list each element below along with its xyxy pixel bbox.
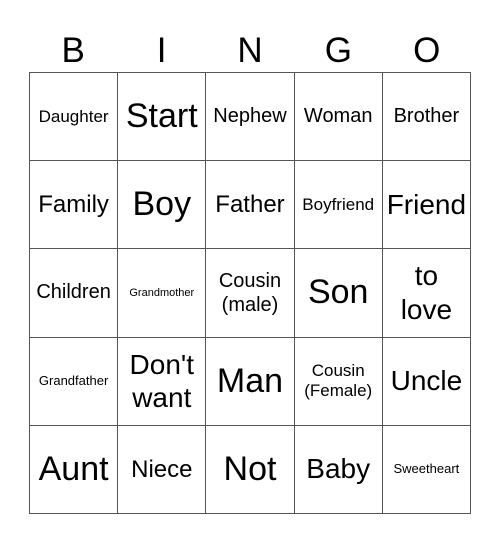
bingo-header: B I N G O xyxy=(29,28,471,72)
bingo-cell[interactable]: Cousin (male) xyxy=(206,249,295,338)
bingo-cell[interactable]: Boyfriend xyxy=(294,161,383,250)
bingo-cell[interactable]: Father xyxy=(206,161,295,250)
bingo-cell[interactable]: Family xyxy=(30,161,119,250)
header-letter-n: N xyxy=(237,30,263,70)
bingo-cell[interactable]: Grandfather xyxy=(30,337,119,426)
bingo-cell[interactable]: Niece xyxy=(118,425,207,514)
bingo-cell[interactable]: Nephew xyxy=(206,73,295,162)
bingo-cell[interactable]: Woman xyxy=(294,73,383,162)
bingo-cell[interactable]: Start xyxy=(118,73,207,162)
bingo-cell[interactable]: Uncle xyxy=(382,337,471,426)
bingo-cell[interactable]: Brother xyxy=(382,73,471,162)
bingo-cell[interactable]: Daughter xyxy=(30,73,119,162)
header-letter-i: I xyxy=(156,30,167,70)
bingo-cell[interactable]: Man xyxy=(206,337,295,426)
bingo-cell[interactable]: Children xyxy=(30,249,119,338)
bingo-cell[interactable]: to love xyxy=(382,249,471,338)
header-letter-o: O xyxy=(413,30,441,70)
bingo-cell[interactable]: Son xyxy=(294,249,383,338)
bingo-cell[interactable]: Don't want xyxy=(118,337,207,426)
header-letter-g: G xyxy=(324,30,352,70)
bingo-cell[interactable]: Baby xyxy=(294,425,383,514)
bingo-cell[interactable]: Sweetheart xyxy=(382,425,471,514)
bingo-cell[interactable]: Cousin (Female) xyxy=(294,337,383,426)
bingo-cell[interactable]: Boy xyxy=(118,161,207,250)
bingo-cell[interactable]: Friend xyxy=(382,161,471,250)
bingo-cell[interactable]: Grandmother xyxy=(118,249,207,338)
bingo-cell[interactable]: Not xyxy=(206,425,295,514)
header-letter-b: B xyxy=(61,30,85,70)
bingo-cell[interactable]: Aunt xyxy=(30,425,119,514)
bingo-grid: Daughter Start Nephew Woman Brother Fami… xyxy=(29,72,471,514)
